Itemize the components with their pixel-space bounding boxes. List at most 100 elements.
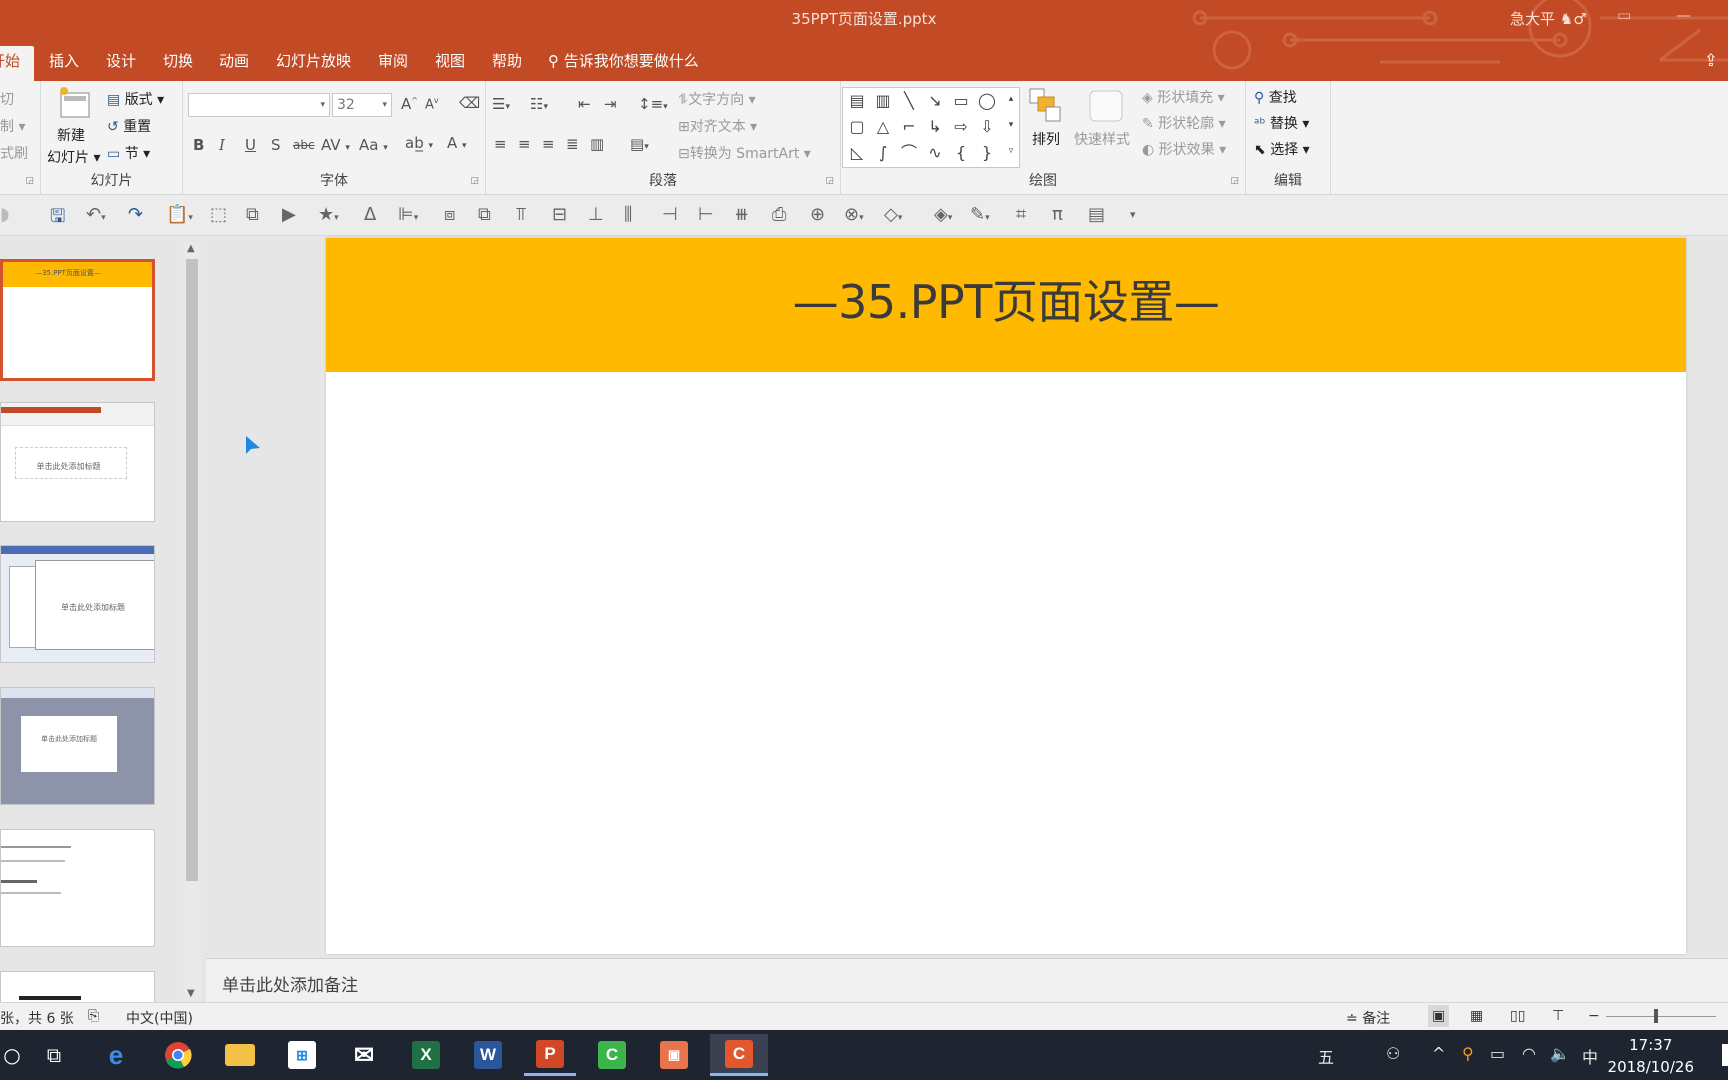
- equation-icon[interactable]: π: [1052, 204, 1063, 225]
- presentation-app-icon[interactable]: ▣: [648, 1034, 700, 1076]
- draw-icon[interactable]: ᐃ: [364, 204, 376, 225]
- show-hidden-icons[interactable]: ^: [1432, 1044, 1445, 1063]
- language-indicator[interactable]: 中文(中国): [126, 1008, 193, 1028]
- right-brace-shape-icon[interactable]: }: [977, 144, 997, 162]
- bold-button[interactable]: B: [193, 136, 204, 154]
- replace-button[interactable]: ᵃᵇ 替换 ▾: [1254, 113, 1309, 133]
- line-shape-icon[interactable]: ╲: [899, 92, 919, 110]
- underline-button[interactable]: U: [245, 136, 256, 154]
- people-icon[interactable]: ⚇: [1386, 1044, 1400, 1063]
- reset-button[interactable]: ↺ 重置: [107, 116, 151, 136]
- slide-thumbnail-2[interactable]: 单击此处添加标题: [0, 402, 155, 522]
- wifi-icon[interactable]: ◠: [1522, 1044, 1536, 1063]
- tab-view[interactable]: 视图: [435, 46, 465, 81]
- bullets-icon[interactable]: ☰▾: [492, 95, 510, 113]
- increase-indent-icon[interactable]: ⇥: [604, 95, 617, 113]
- share-icon[interactable]: ⇪: [1704, 51, 1718, 71]
- select-area-icon[interactable]: ⬚: [210, 204, 227, 225]
- italic-button[interactable]: I: [219, 136, 225, 154]
- align-center-icon[interactable]: ≡: [518, 135, 531, 153]
- edit-shape-icon[interactable]: ◇▾: [884, 204, 902, 225]
- file-explorer-icon[interactable]: [214, 1034, 266, 1076]
- line-spacing-icon[interactable]: ↕≡▾: [638, 95, 668, 113]
- new-slide-icon[interactable]: [55, 85, 95, 123]
- play-from-start-icon[interactable]: ▶: [282, 204, 296, 225]
- fill-icon[interactable]: ◈▾: [934, 204, 952, 225]
- tab-design[interactable]: 设计: [106, 46, 136, 81]
- strikethrough-button[interactable]: abc: [293, 138, 315, 152]
- quick-styles-icon[interactable]: [1086, 87, 1126, 127]
- volume-icon[interactable]: 🔈: [1550, 1044, 1570, 1063]
- search-tray-icon[interactable]: ⚲: [1462, 1044, 1474, 1063]
- word-icon[interactable]: W: [462, 1034, 514, 1076]
- scroll-up-icon[interactable]: ▲: [187, 243, 195, 254]
- find-button[interactable]: ⚲ 查找: [1254, 87, 1297, 107]
- elbow-arrow-shape-icon[interactable]: ↳: [925, 118, 945, 136]
- arrow-line-shape-icon[interactable]: ↘: [925, 92, 945, 110]
- align-objects-icon[interactable]: ⊫▾: [398, 204, 418, 225]
- distributed-icon[interactable]: ▥: [590, 135, 604, 153]
- justify-icon[interactable]: ≣: [566, 135, 579, 153]
- minimize-icon[interactable]: —: [1676, 6, 1691, 24]
- curve-shape-icon[interactable]: ∿: [925, 144, 945, 162]
- select-button[interactable]: ⬉ 选择 ▾: [1254, 139, 1310, 159]
- chrome-icon[interactable]: [152, 1034, 204, 1076]
- zoom-out-icon[interactable]: −: [1588, 1008, 1600, 1024]
- slide-sorter-icon[interactable]: ▦: [1470, 1008, 1483, 1024]
- down-arrow-shape-icon[interactable]: ⇩: [977, 118, 997, 136]
- gallery-more-icon[interactable]: ▿: [1001, 142, 1021, 160]
- tab-animations[interactable]: 动画: [219, 46, 249, 81]
- show-desktop-button[interactable]: [1722, 1044, 1728, 1066]
- shape-effects-button[interactable]: ◐ 形状效果 ▾: [1142, 139, 1226, 159]
- slide-thumbnail-1[interactable]: —35.PPT页面设置—: [0, 259, 155, 381]
- camtasia-recorder-icon[interactable]: C: [710, 1034, 768, 1076]
- tell-me-search[interactable]: ⚲ 告诉我你想要做什么: [548, 46, 699, 81]
- slide-thumbnail-4[interactable]: 单击此处添加标题: [0, 687, 155, 805]
- reading-view-icon[interactable]: ▯▯: [1510, 1008, 1525, 1024]
- elbow-connector-shape-icon[interactable]: ⌐: [899, 118, 919, 136]
- notes-toggle-button[interactable]: ≐ 备注: [1346, 1008, 1390, 1028]
- align-text-button[interactable]: ⊞对齐文本 ▾: [678, 116, 757, 136]
- distribute-h-icon[interactable]: ⫼: [624, 204, 632, 225]
- battery-icon[interactable]: ▭: [1490, 1044, 1505, 1063]
- font-launcher-icon[interactable]: ◲: [470, 176, 479, 186]
- align-right-obj-icon[interactable]: ⊣: [662, 204, 678, 225]
- scrollbar-thumb[interactable]: [186, 259, 198, 881]
- send-backward-icon[interactable]: ⧉: [478, 204, 491, 225]
- zoom-slider-thumb[interactable]: [1654, 1009, 1658, 1023]
- save-icon[interactable]: 🖫: [50, 204, 65, 234]
- arrange-button[interactable]: 排列: [1032, 129, 1060, 149]
- zoom-slider-track[interactable]: [1606, 1016, 1716, 1017]
- shape-outline-button[interactable]: ✎ 形状轮廓 ▾: [1142, 113, 1226, 133]
- align-top-icon[interactable]: ⫪: [516, 204, 526, 225]
- freeform-shape-icon[interactable]: ◺: [847, 144, 867, 162]
- drawing-launcher-icon[interactable]: ◲: [1230, 176, 1239, 186]
- shape-fill-button[interactable]: ◈ 形状填充 ▾: [1142, 87, 1225, 107]
- powerpoint-icon[interactable]: P: [524, 1034, 576, 1076]
- text-shadow-button[interactable]: S: [271, 136, 281, 154]
- merge-shapes-icon[interactable]: ⊕: [810, 204, 825, 225]
- font-size-combo[interactable]: 32 ▾: [332, 93, 392, 117]
- char-spacing-button[interactable]: AV ▾: [321, 136, 350, 154]
- section-button[interactable]: ▭ 节 ▾: [107, 143, 150, 163]
- spell-check-icon[interactable]: ⎘: [88, 1008, 99, 1024]
- signed-in-user[interactable]: 急大平 ♞♂: [1510, 8, 1587, 29]
- customize-qat-icon[interactable]: ▾: [1130, 208, 1136, 221]
- mail-icon[interactable]: ✉: [338, 1034, 390, 1076]
- font-name-combo[interactable]: ▾: [188, 93, 330, 117]
- scribble-shape-icon[interactable]: ∫: [873, 144, 893, 162]
- align-left-icon[interactable]: ≡: [494, 135, 507, 153]
- store-icon[interactable]: ⊞: [276, 1034, 328, 1076]
- right-arrow-shape-icon[interactable]: ⇨: [951, 118, 971, 136]
- ribbon-display-icon[interactable]: ▭: [1617, 6, 1631, 24]
- thumbnail-scrollbar[interactable]: ▲ ▼: [183, 241, 201, 1001]
- redo-icon[interactable]: ↷: [128, 204, 143, 225]
- layout-button[interactable]: ▤ 版式 ▾: [107, 89, 164, 109]
- arrange-icon[interactable]: [1028, 87, 1064, 127]
- rounded-rect-shape-icon[interactable]: ▢: [847, 118, 867, 136]
- change-case-button[interactable]: Aa ▾: [359, 136, 388, 154]
- scroll-down-icon[interactable]: ▼: [187, 988, 195, 999]
- slide-thumbnail-3[interactable]: 单击此处添加标题: [0, 545, 155, 663]
- new-slide-label[interactable]: 新建: [57, 125, 85, 145]
- tab-transitions[interactable]: 切换: [163, 46, 193, 81]
